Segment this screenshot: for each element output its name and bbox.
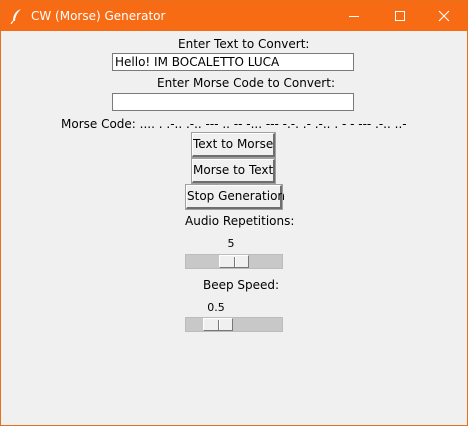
morse-output-label: Morse Code:	[61, 117, 136, 131]
morse-output-value: .... . .-.. .-.. --- .. -- -... --- -.-.…	[139, 117, 411, 131]
morse-output: Morse Code: .... . .-.. .-.. --- .. -- -…	[61, 117, 411, 131]
text-input-field[interactable]: Hello! IM BOCALETTO LUCA	[112, 53, 354, 71]
stop-generation-button[interactable]: Stop Generation	[185, 184, 285, 210]
morse-input-label: Enter Morse Code to Convert:	[157, 76, 335, 90]
repetitions-slider-thumb[interactable]	[219, 255, 249, 268]
minimize-button[interactable]	[331, 1, 377, 31]
close-icon	[438, 10, 450, 22]
maximize-icon	[395, 11, 405, 21]
feather-icon	[10, 8, 24, 25]
morse-input-field[interactable]	[112, 93, 354, 111]
repetitions-label: Audio Repetitions:	[185, 214, 295, 228]
morse-to-text-button[interactable]: Morse to Text	[191, 158, 276, 184]
minimize-icon	[349, 16, 359, 17]
beep-speed-value: 0.5	[207, 301, 225, 314]
beep-speed-slider-thumb[interactable]	[203, 318, 233, 331]
maximize-button[interactable]	[377, 1, 423, 31]
close-button[interactable]	[421, 1, 467, 31]
window-title: CW (Morse) Generator	[31, 9, 166, 23]
repetitions-slider[interactable]	[185, 254, 283, 269]
app-window: CW (Morse) Generator Enter Text to Conve…	[0, 0, 468, 426]
beep-speed-label: Beep Speed:	[203, 278, 280, 292]
beep-speed-slider[interactable]	[185, 317, 283, 332]
text-to-morse-button[interactable]: Text to Morse	[191, 132, 276, 158]
repetitions-value: 5	[227, 237, 235, 250]
title-bar[interactable]: CW (Morse) Generator	[1, 1, 467, 31]
text-input-label: Enter Text to Convert:	[178, 37, 310, 51]
